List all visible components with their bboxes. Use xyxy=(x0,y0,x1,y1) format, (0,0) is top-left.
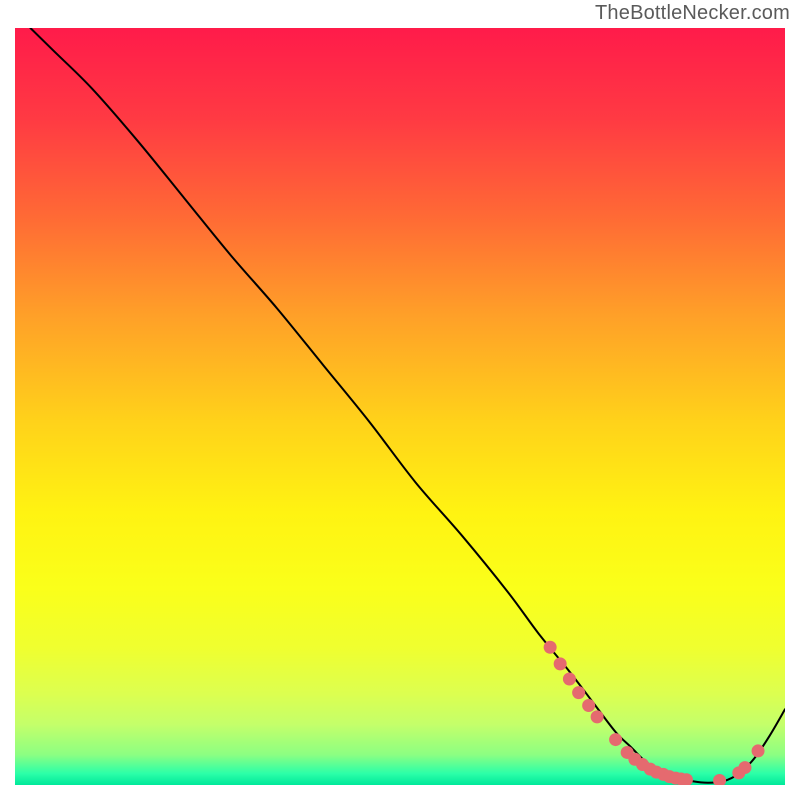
attribution-label: TheBottleNecker.com xyxy=(595,2,790,25)
gradient-background xyxy=(15,28,785,785)
highlight-point xyxy=(738,761,751,774)
highlight-point xyxy=(544,641,557,654)
plot-area xyxy=(15,28,785,785)
highlight-point xyxy=(609,733,622,746)
highlight-point xyxy=(752,744,765,757)
highlight-point xyxy=(572,686,585,699)
highlight-point xyxy=(563,673,576,686)
chart-container: TheBottleNecker.com xyxy=(0,0,800,800)
highlight-point xyxy=(582,699,595,712)
highlight-point xyxy=(591,710,604,723)
highlight-point xyxy=(554,657,567,670)
chart-svg xyxy=(15,28,785,785)
